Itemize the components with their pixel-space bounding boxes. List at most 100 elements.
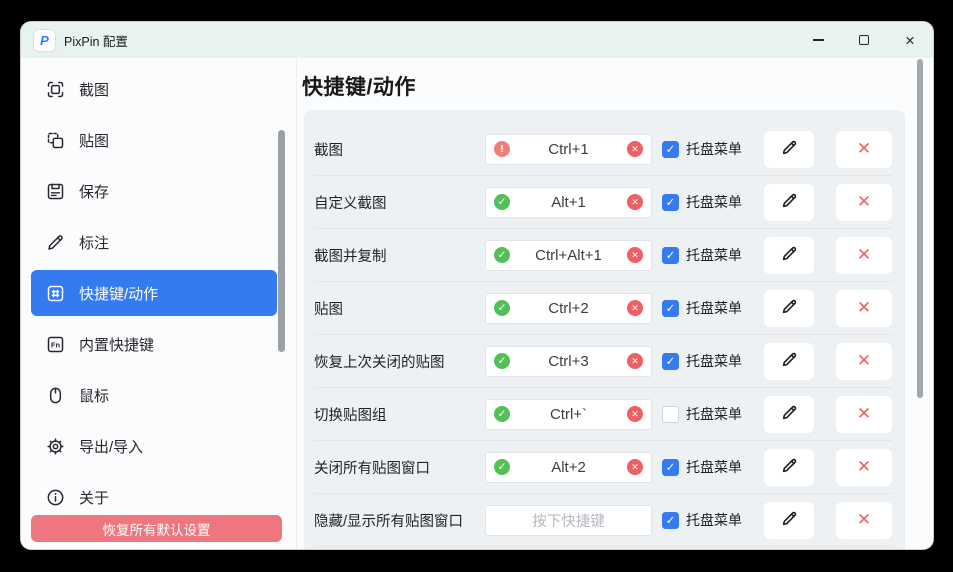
- hotkey-input[interactable]: ✓Ctrl+Alt+1✕: [485, 240, 652, 271]
- tray-menu-checkbox[interactable]: ✓: [662, 141, 679, 158]
- tray-menu-checkbox[interactable]: ✓: [662, 512, 679, 529]
- hotkey-placeholder: 按下快捷键: [532, 510, 605, 531]
- sidebar-item-label: 标注: [79, 232, 109, 253]
- hotkey-value: Ctrl+3: [548, 353, 588, 370]
- hotkey-valid-icon: ✓: [494, 194, 510, 210]
- hotkey-input[interactable]: ✓ Alt+2 ✕: [485, 452, 652, 483]
- clear-hotkey-icon[interactable]: ✕: [627, 194, 643, 210]
- action-label: 贴图: [314, 298, 485, 319]
- tray-menu-checkbox[interactable]: ✓: [662, 459, 679, 476]
- sidebar-item-save[interactable]: 保存: [31, 168, 277, 214]
- sidebar-item-info[interactable]: 关于: [31, 474, 277, 520]
- maximize-button[interactable]: [841, 22, 887, 58]
- delete-hotkey-button[interactable]: ✕: [836, 343, 892, 380]
- delete-hotkey-button[interactable]: ✕: [836, 502, 892, 539]
- sidebar-scrollbar-thumb[interactable]: [278, 130, 285, 352]
- hotkey-row: 关闭所有贴图窗口✓Alt+2✕✓托盘菜单✕: [314, 441, 892, 494]
- action-label: 截图并复制: [314, 245, 485, 266]
- hotkey-valid-icon: ✓: [494, 459, 510, 475]
- tray-menu-label: 托盘菜单: [686, 510, 742, 530]
- delete-hotkey-button[interactable]: ✕: [836, 290, 892, 327]
- clear-hotkey-icon[interactable]: ✕: [627, 247, 643, 263]
- hotkey-input[interactable]: ✓ Alt+1 ✕: [485, 187, 652, 218]
- hotkey-row: 自定义截图✓Alt+1✕✓托盘菜单✕: [314, 176, 892, 229]
- edit-hotkey-button[interactable]: [764, 131, 814, 168]
- pencil-icon: [780, 403, 799, 425]
- tray-menu-option: 托盘菜单: [662, 404, 744, 424]
- delete-hotkey-button[interactable]: ✕: [836, 237, 892, 274]
- hotkey-input[interactable]: ✓Ctrl+3✕: [485, 346, 652, 377]
- tray-menu-checkbox[interactable]: ✓: [662, 353, 679, 370]
- app-logo-icon: P: [34, 30, 55, 51]
- sidebar-item-gear[interactable]: 导出/导入: [31, 423, 277, 469]
- clear-hotkey-icon[interactable]: ✕: [627, 300, 643, 316]
- tray-menu-checkbox[interactable]: ✓: [662, 300, 679, 317]
- tray-menu-option: ✓ 托盘菜单: [662, 510, 744, 530]
- tray-menu-checkbox[interactable]: [662, 406, 679, 423]
- sidebar-item-label: 鼠标: [79, 385, 109, 406]
- clear-hotkey-icon[interactable]: ✕: [627, 406, 643, 422]
- pencil-icon: [780, 456, 799, 478]
- hotkey-value: Ctrl+2: [548, 300, 588, 317]
- sidebar-item-mouse[interactable]: 鼠标: [31, 372, 277, 418]
- tray-menu-checkbox[interactable]: ✓: [662, 247, 679, 264]
- content-scrollbar-thumb[interactable]: [917, 59, 923, 398]
- pencil-icon: [44, 231, 66, 253]
- pencil-icon: [780, 138, 799, 160]
- delete-hotkey-button[interactable]: ✕: [836, 396, 892, 433]
- action-label: 截图: [314, 139, 485, 160]
- tray-menu-option: ✓ 托盘菜单: [662, 457, 744, 477]
- action-label: 自定义截图: [314, 192, 485, 213]
- clear-hotkey-icon[interactable]: ✕: [627, 459, 643, 475]
- restore-defaults-button[interactable]: 恢复所有默认设置: [31, 515, 282, 542]
- delete-x-icon: ✕: [857, 192, 871, 212]
- minimize-icon: [813, 39, 824, 40]
- edit-hotkey-button[interactable]: [764, 343, 814, 380]
- delete-x-icon: ✕: [857, 457, 871, 477]
- delete-hotkey-button[interactable]: ✕: [836, 184, 892, 221]
- tray-menu-label: 托盘菜单: [686, 404, 742, 424]
- hotkey-value: Alt+2: [551, 459, 586, 476]
- delete-x-icon: ✕: [857, 139, 871, 159]
- edit-hotkey-button[interactable]: [764, 502, 814, 539]
- hotkey-table: 截图!Ctrl+1✕ ✓ 托盘菜单 ✕ 自定义截图 ✓ Alt+1 ✕ ✓ 托盘菜单 ✕ 截图并复制 ✓…: [304, 110, 905, 549]
- content-pane: 快捷键/动作 截图!Ctrl+1✕✓托盘菜单✕自定义截图✓Alt+1✕✓托盘菜单…: [297, 58, 933, 549]
- hotkey-value: Ctrl+Alt+1: [535, 247, 602, 264]
- sidebar-item-pin[interactable]: 贴图: [31, 117, 277, 163]
- app-window: P PixPin 配置 ✕ 截图贴图保存标注快捷键/动作Fn内置快捷键鼠标导出/…: [21, 22, 933, 549]
- clear-hotkey-icon[interactable]: ✕: [627, 141, 643, 157]
- hotkey-input[interactable]: !Ctrl+1✕: [485, 134, 652, 165]
- gear-icon: [44, 435, 66, 457]
- action-label: 切换贴图组: [314, 404, 485, 425]
- tray-menu-label: 托盘菜单: [686, 298, 742, 318]
- hotkey-input[interactable]: ✓Ctrl+`✕: [485, 399, 652, 430]
- sidebar-item-fn[interactable]: Fn内置快捷键: [31, 321, 277, 367]
- edit-hotkey-button[interactable]: [764, 184, 814, 221]
- delete-hotkey-button[interactable]: ✕: [836, 131, 892, 168]
- sidebar-nav: 截图贴图保存标注快捷键/动作 Fn内置快捷键鼠标导出/导入关于 恢复所有默认设置: [21, 58, 297, 549]
- pencil-icon: [780, 297, 799, 319]
- minimize-button[interactable]: [795, 22, 841, 58]
- edit-hotkey-button[interactable]: [764, 237, 814, 274]
- hotkey-input[interactable]: ✓Ctrl+2✕: [485, 293, 652, 324]
- tray-menu-label: 托盘菜单: [686, 139, 742, 159]
- hotkey-value: Alt+1: [551, 194, 586, 211]
- delete-hotkey-button[interactable]: ✕: [836, 449, 892, 486]
- tray-menu-checkbox[interactable]: ✓: [662, 194, 679, 211]
- pencil-icon: [780, 191, 799, 213]
- edit-hotkey-button[interactable]: [764, 449, 814, 486]
- pencil-icon: [780, 509, 799, 531]
- sidebar-item-screenshot[interactable]: 截图: [31, 66, 277, 112]
- delete-x-icon: ✕: [857, 404, 871, 424]
- clear-hotkey-icon[interactable]: ✕: [627, 353, 643, 369]
- tray-menu-label: 托盘菜单: [686, 457, 742, 477]
- titlebar: P PixPin 配置 ✕: [21, 22, 933, 58]
- hotkey-input[interactable]: 按下快捷键: [485, 505, 652, 536]
- sidebar-item-hash[interactable]: 快捷键/动作: [31, 270, 277, 316]
- edit-hotkey-button[interactable]: [764, 396, 814, 433]
- hotkey-row: 恢复上次关闭的贴图✓Ctrl+3✕✓托盘菜单✕: [314, 335, 892, 388]
- close-button[interactable]: ✕: [887, 22, 933, 58]
- tray-menu-label: 托盘菜单: [686, 245, 742, 265]
- sidebar-item-pencil[interactable]: 标注: [31, 219, 277, 265]
- edit-hotkey-button[interactable]: [764, 290, 814, 327]
